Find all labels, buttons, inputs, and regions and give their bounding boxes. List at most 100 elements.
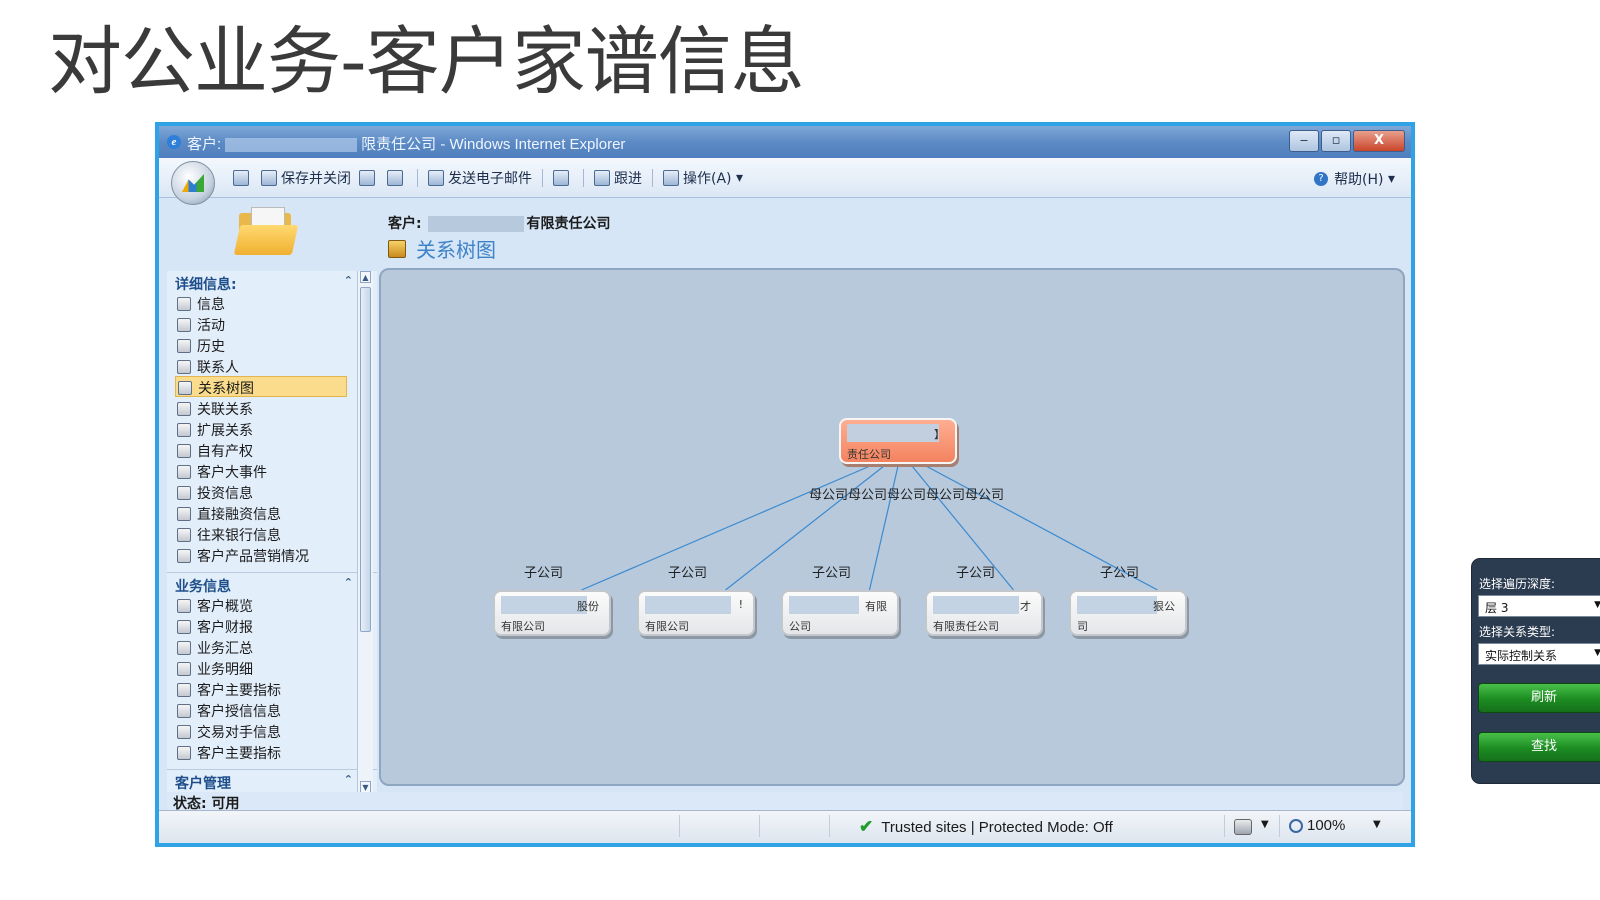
chevron-down-icon: ▾ <box>1383 171 1395 187</box>
security-zone[interactable]: ✔ Trusted sites | Protected Mode: Off <box>859 817 1113 837</box>
zoom-control[interactable]: 100% <box>1289 817 1345 834</box>
nav-item-label: 客户主要指标 <box>197 682 281 699</box>
redacted-name <box>225 138 358 153</box>
nav-item[interactable]: 往来银行信息 <box>167 523 347 544</box>
child-company-node[interactable]: 狠公司 <box>1069 590 1187 636</box>
redacted-name <box>1077 596 1157 614</box>
save-icon <box>233 170 249 186</box>
chevron-down-icon[interactable]: ▼ <box>1261 819 1269 830</box>
business-section: 业务信息 ⌃ 客户概览 客户财报 业务汇总 业务明细 客户主要指标 客户授信信息 交易对手信息… <box>167 573 377 770</box>
child-edge-label: 子公司 <box>524 566 564 581</box>
help-menu[interactable]: ? 帮助(H) ▾ <box>1314 169 1395 189</box>
dropdown-arrow-icon: ▼ <box>1594 648 1600 658</box>
nav-item[interactable]: 客户大事件 <box>167 460 347 481</box>
attach-button[interactable] <box>553 170 573 186</box>
zoom-icon <box>1289 818 1303 833</box>
nav-item-icon <box>177 619 191 634</box>
nav-item-icon <box>177 598 191 613</box>
save-button[interactable] <box>233 170 253 186</box>
actions-menu[interactable]: 操作(A) ▾ <box>663 168 743 188</box>
paperclip-icon <box>553 170 569 186</box>
send-email-button[interactable]: 发送电子邮件 <box>428 168 532 188</box>
relationship-tree-canvas: 】 责任公司 母公司母公司母公司母公司母公司 股份 有限公司 子公司 ! 有限公司 子公司… <box>379 268 1600 786</box>
nav-item[interactable]: 交易对手信息 <box>167 720 347 741</box>
nav-section-header[interactable]: 客户管理 ⌃ <box>167 770 377 792</box>
nav-item[interactable]: 业务汇总 <box>167 636 347 657</box>
child-company-node[interactable]: 股份 有限公司 <box>493 590 611 636</box>
nav-item[interactable]: 扩展关系 <box>167 418 347 439</box>
child-edge-label: 子公司 <box>812 566 852 581</box>
ie-status-bar: ✔ Trusted sites | Protected Mode: Off ▼ … <box>159 810 1411 843</box>
nav-item-label: 活动 <box>197 317 225 334</box>
zone-icon[interactable] <box>1234 819 1252 835</box>
nav-item-icon <box>177 682 191 697</box>
child-company-node[interactable]: 有限 公司 <box>781 590 899 636</box>
nav-section-header[interactable]: 业务信息 ⌃ <box>167 573 377 595</box>
window-title: 客户: 限责任公司 - Windows Internet Explorer <box>187 136 626 153</box>
nav-item-icon <box>178 380 192 395</box>
child-company-node[interactable]: 才有限责任公司 <box>925 590 1043 636</box>
view-title: 关系树图 <box>388 234 496 263</box>
follow-up-icon <box>594 170 610 186</box>
nav-item[interactable]: 自有产权 <box>167 439 347 460</box>
child-company-node[interactable]: ! 有限公司 <box>637 590 755 636</box>
nav-item[interactable]: 关系树图 <box>175 376 347 397</box>
nav-item-label: 客户产品营销情况 <box>197 548 309 565</box>
mgmt-section: 客户管理 ⌃ <box>167 770 377 792</box>
save-close-button[interactable]: 保存并关闭 <box>261 168 351 188</box>
nav-item-icon <box>177 359 191 374</box>
child-edge-label: 子公司 <box>668 566 708 581</box>
depth-select[interactable]: 层 3 ▼ <box>1478 595 1600 617</box>
scroll-thumb[interactable] <box>360 287 371 632</box>
save-new-button[interactable] <box>359 170 379 186</box>
root-company-node[interactable]: 】 责任公司 <box>839 418 957 464</box>
collapse-icon[interactable]: ⌃ <box>344 576 353 589</box>
refresh-button[interactable]: 刷新 <box>1478 683 1600 713</box>
nav-item[interactable]: 直接融资信息 <box>167 502 347 523</box>
close-button[interactable]: X <box>1353 130 1405 152</box>
nav-item[interactable]: 客户产品营销情况 <box>167 544 347 565</box>
find-button[interactable]: 查找 <box>1478 732 1600 762</box>
follow-up-button[interactable]: 跟进 <box>594 168 642 188</box>
relationship-tree-icon <box>388 239 406 258</box>
print-button[interactable] <box>387 170 407 186</box>
child-edge-label: 子公司 <box>1100 566 1140 581</box>
nav-item[interactable]: 历史 <box>167 334 347 355</box>
nav-item[interactable]: 客户主要指标 <box>167 741 347 762</box>
chevron-down-icon[interactable]: ▼ <box>1373 819 1381 830</box>
relation-type-select[interactable]: 实际控制关系 ▼ <box>1478 643 1600 665</box>
nav-section-header[interactable]: 详细信息: ⌃ <box>167 271 377 293</box>
nav-item[interactable]: 业务明细 <box>167 657 347 678</box>
toolbar: 保存并关闭 发送电子邮件 跟进 操作(A) ▾ ? 帮助(H) ▾ <box>159 158 1411 205</box>
nav-item[interactable]: 投资信息 <box>167 481 347 502</box>
save-new-icon <box>359 170 375 186</box>
nav-item-label: 客户授信信息 <box>197 703 281 720</box>
nav-item[interactable]: 客户财报 <box>167 615 347 636</box>
maximize-button[interactable]: ▫ <box>1321 130 1351 152</box>
nav-item-icon <box>177 422 191 437</box>
scroll-up-icon[interactable]: ▲ <box>360 271 371 283</box>
nav-item-icon <box>177 485 191 500</box>
nav-item[interactable]: 信息 <box>167 292 347 313</box>
nav-item[interactable]: 关联关系 <box>167 397 347 418</box>
save-close-icon <box>261 170 277 186</box>
nav-item-label: 联系人 <box>197 359 239 376</box>
slide-title: 对公业务-客户家谱信息 <box>48 19 805 105</box>
nav-item-icon <box>177 506 191 521</box>
nav-item[interactable]: 客户授信信息 <box>167 699 347 720</box>
nav-scrollbar[interactable]: ▲ ▼ <box>357 271 373 793</box>
window-titlebar[interactable]: e 客户: 限责任公司 - Windows Internet Explorer ‒… <box>159 126 1411 158</box>
minimize-button[interactable]: ‒ <box>1289 130 1319 152</box>
nav-item-label: 历史 <box>197 338 225 355</box>
nav-item[interactable]: 联系人 <box>167 355 347 376</box>
collapse-icon[interactable]: ⌃ <box>344 274 353 287</box>
nav-item[interactable]: 客户概览 <box>167 594 347 615</box>
collapse-icon[interactable]: ⌃ <box>344 773 353 786</box>
ie-logo-icon: e <box>167 135 181 149</box>
nav-item-label: 关系树图 <box>198 380 254 397</box>
nav-item[interactable]: 活动 <box>167 313 347 334</box>
relation-type-label: 选择关系类型: <box>1479 625 1556 639</box>
nav-item-label: 交易对手信息 <box>197 724 281 741</box>
nav-item[interactable]: 客户主要指标 <box>167 678 347 699</box>
entity-header: 客户: 有限责任公司 关系树图 <box>159 199 1411 269</box>
